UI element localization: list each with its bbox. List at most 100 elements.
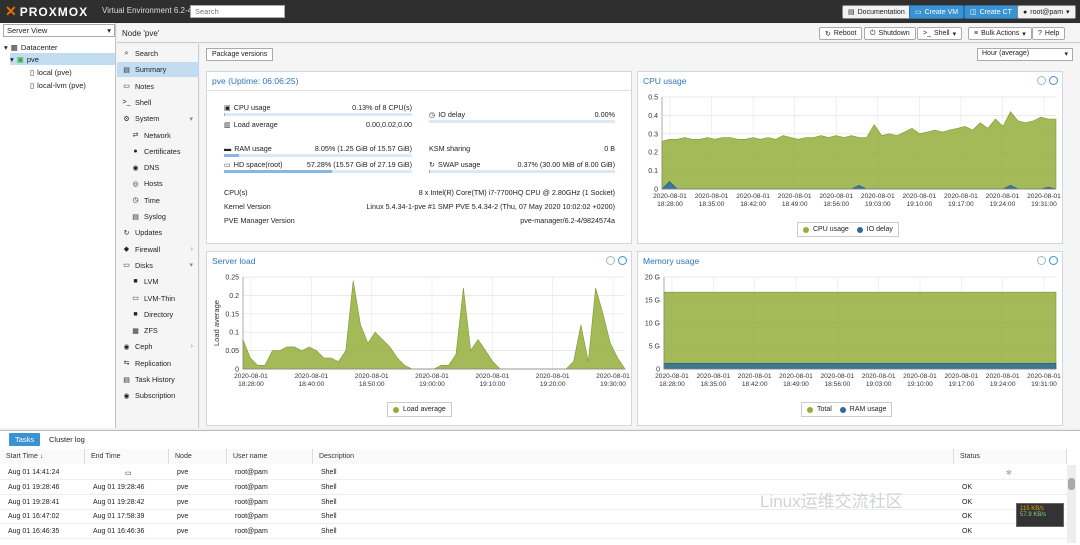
nav-item-lvm-thin[interactable]: ▭ LVM-Thin xyxy=(117,291,199,306)
version-label: Virtual Environment 6.2-4 xyxy=(102,6,193,15)
nav-item-subscription[interactable]: ◉ Subscription xyxy=(117,388,199,403)
tree-storage-local-lvm[interactable]: ▯ local-lvm (pve) xyxy=(30,79,86,91)
timeframe-select[interactable]: Hour (average) ▾ xyxy=(977,48,1073,61)
reset-icon[interactable] xyxy=(1049,256,1058,265)
view-selector[interactable]: Server View ▾ xyxy=(3,24,115,37)
table-cell: pve xyxy=(177,483,189,491)
x-tick-date: 2020-08-01 xyxy=(778,193,812,200)
nav-item-replication[interactable]: ⇆ Replication xyxy=(117,356,199,371)
table-cell: root@pam xyxy=(235,483,268,491)
table-row[interactable]: Aug 01 19:28:46 Aug 01 19:28:46 pve root@pa… xyxy=(0,481,1067,495)
watermark: Linux运维交流社区 xyxy=(760,492,903,511)
legend-swatch-ram xyxy=(839,406,846,413)
nav-item-disks[interactable]: ▭ Disks ▾ xyxy=(117,258,199,273)
nav-item-syslog[interactable]: ▤ Syslog xyxy=(117,209,199,224)
reset-icon[interactable] xyxy=(618,256,627,265)
reset-icon[interactable] xyxy=(1049,76,1058,85)
task-scrollbar-thumb[interactable] xyxy=(1068,478,1075,490)
nav-icon: ◉ xyxy=(132,164,139,172)
table-row[interactable]: Aug 01 16:47:02 Aug 01 17:58:39 pve root@pa… xyxy=(0,510,1067,525)
nav-item-zfs[interactable]: ▦ ZFS xyxy=(117,323,199,338)
nav-item-system[interactable]: ⚙ System ▾ xyxy=(117,111,199,126)
nav-item-firewall[interactable]: ◆ Firewall › xyxy=(117,242,199,257)
nav-icon: >_ xyxy=(122,98,131,106)
column-header-1[interactable]: End Time xyxy=(85,449,169,464)
chevron-down-icon: ▾ xyxy=(1022,30,1026,38)
table-row[interactable]: Aug 01 16:46:35 Aug 01 16:46:36 pve root@pa… xyxy=(0,525,1067,540)
tab-tasks[interactable]: Tasks xyxy=(9,433,41,446)
column-header-5[interactable]: Status xyxy=(954,449,1067,464)
chevron-down-icon: ▾ xyxy=(1066,9,1070,16)
shell-button[interactable]: >_ Shell ▾ xyxy=(917,27,963,40)
node-nav-panel: ⌕ Search ▤ Summary ▭ Notes >_ Shell ⚙ System ▾ ⇄ Net… xyxy=(117,44,199,428)
refresh-icon: ↻ xyxy=(429,160,436,169)
hd-space-value: 57.28% (15.57 GiB of 27.19 GiB) xyxy=(306,160,412,169)
ram-usage-value: 8.05% (1.25 GiB of 15.57 GiB) xyxy=(314,144,412,153)
nav-item-directory[interactable]: ■ Directory xyxy=(117,307,199,322)
nav-icon: ◆ xyxy=(123,246,130,254)
column-header-3[interactable]: User name xyxy=(227,449,313,464)
y-tick-label: 0.05 xyxy=(225,348,239,355)
column-header-2[interactable]: Node xyxy=(169,449,227,464)
table-cell: Shell xyxy=(321,483,337,491)
proxmox-x-icon: ✕ xyxy=(5,3,18,19)
nav-icon: ↻ xyxy=(123,229,130,237)
undo-zoom-icon[interactable] xyxy=(1037,256,1046,265)
nav-item-summary[interactable]: ▤ Summary xyxy=(117,62,199,78)
create-ct-button[interactable]: ◫ Create CT xyxy=(964,5,1018,19)
expand-icon: ▾ xyxy=(10,54,14,64)
x-tick-time: 19:17:00 xyxy=(948,381,974,388)
table-cell: Aug 01 14:41:24 xyxy=(8,469,60,476)
y-tick-label: 0.3 xyxy=(648,131,658,138)
undo-zoom-icon[interactable] xyxy=(1037,76,1046,85)
table-row[interactable]: Aug 01 19:28:41 Aug 01 19:28:42 pve root@pa… xyxy=(0,496,1067,510)
cpu-chart-title: CPU usage xyxy=(643,76,687,86)
legend-swatch-total xyxy=(807,406,813,413)
create-vm-button[interactable]: ▭ Create VM xyxy=(909,5,965,19)
shutdown-button[interactable]: ⏻ Shutdown xyxy=(864,27,916,40)
task-scrollbar[interactable] xyxy=(1067,465,1076,543)
tab-cluster-log[interactable]: Cluster log xyxy=(49,433,85,446)
tree-storage-local[interactable]: ▯ local (pve) xyxy=(30,66,72,78)
book-icon: ▤ xyxy=(848,9,855,16)
nav-item-ceph[interactable]: ◉ Ceph › xyxy=(117,339,199,354)
ram-usage-bar xyxy=(224,154,412,157)
documentation-button[interactable]: ▤ Documentation xyxy=(842,5,911,19)
table-cell: Aug 01 19:28:46 xyxy=(93,483,145,491)
cpu-usage-panel: CPU usage 0.5 0.4 0.3 0.2 0.1 0 2020-08-01 18:2… xyxy=(637,71,1063,244)
undo-zoom-icon[interactable] xyxy=(606,256,615,265)
user-menu-button[interactable]: ● root@pam ▾ xyxy=(1017,5,1076,19)
column-header-4[interactable]: Description xyxy=(313,449,954,464)
table-cell: root@pam xyxy=(235,469,268,476)
nav-item-search[interactable]: ⌕ Search xyxy=(117,46,199,61)
nav-icon: ▤ xyxy=(132,213,139,221)
nav-item-network[interactable]: ⇄ Network xyxy=(117,128,199,143)
nav-item-dns[interactable]: ◉ DNS xyxy=(117,160,199,175)
nav-item-task-history[interactable]: ▤ Task History xyxy=(117,372,199,387)
y-tick-label: 0.2 xyxy=(229,293,239,300)
tree-node-pve[interactable]: ▾ ▣ pve xyxy=(10,53,115,65)
x-tick-time: 18:49:00 xyxy=(783,381,809,388)
bulk-actions-button[interactable]: ≡ Bulk Actions ▾ xyxy=(968,27,1032,40)
search-input[interactable] xyxy=(190,5,285,18)
nav-item-certificates[interactable]: ● Certificates xyxy=(117,144,199,159)
help-button[interactable]: ? Help xyxy=(1032,27,1066,40)
nav-item-updates[interactable]: ↻ Updates xyxy=(117,225,199,240)
package-versions-button[interactable]: Package versions xyxy=(206,48,274,61)
column-header-0[interactable]: Start Time ↓ xyxy=(0,449,85,464)
table-cell: root@pam xyxy=(235,528,268,536)
reboot-button[interactable]: ↻ Reboot xyxy=(819,27,863,40)
table-cell: pve xyxy=(177,528,189,536)
monitor-icon: ▭ xyxy=(915,9,922,16)
nav-item-notes[interactable]: ▭ Notes xyxy=(117,79,199,94)
tree-datacenter[interactable]: ▾ ▦ Datacenter xyxy=(4,41,58,53)
nav-item-time[interactable]: ◷ Time xyxy=(117,193,199,208)
x-tick-date: 2020-08-01 xyxy=(738,373,772,380)
hdd-icon: ▭ xyxy=(224,160,231,169)
table-row[interactable]: Aug 01 14:41:24 pve root@pam Shell ▭ ✻ xyxy=(0,466,1067,480)
status-title: pve (Uptime: 06:06:25) xyxy=(212,76,299,86)
x-tick-date: 2020-08-01 xyxy=(415,373,449,380)
nav-item-shell[interactable]: >_ Shell xyxy=(117,95,199,110)
nav-item-lvm[interactable]: ■ LVM xyxy=(117,274,199,289)
nav-item-hosts[interactable]: ◎ Hosts xyxy=(117,176,199,191)
